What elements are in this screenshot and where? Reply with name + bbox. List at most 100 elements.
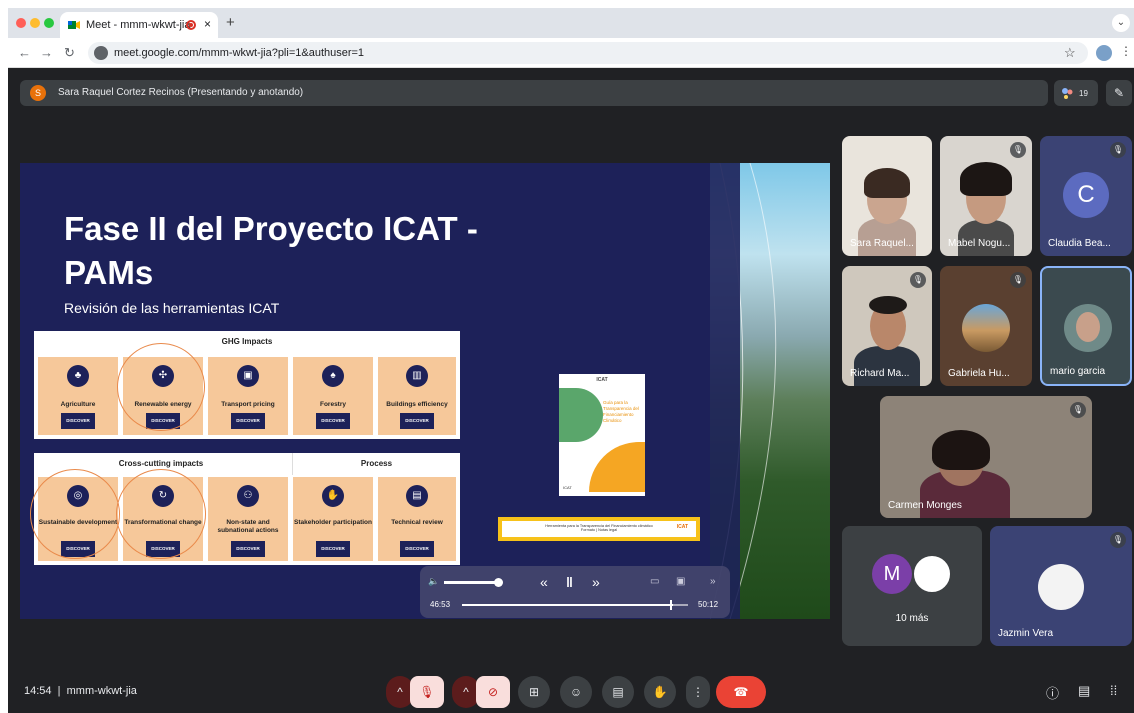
annotation-circle: [116, 469, 206, 559]
minimize-window-button[interactable]: [30, 18, 40, 28]
discover-button[interactable]: DISCOVER: [316, 541, 350, 557]
chat-icon[interactable]: ▤: [1078, 683, 1090, 699]
recording-icon: [186, 20, 196, 30]
reload-button[interactable]: ↻: [64, 45, 75, 61]
maximize-window-button[interactable]: [44, 18, 54, 28]
annotate-button[interactable]: ✎: [1106, 80, 1132, 106]
discover-button[interactable]: DISCOVER: [231, 413, 265, 429]
participant-tile[interactable]: 🎙 Gabriela Hu...: [940, 266, 1032, 386]
tab-title: Meet - mmm-wkwt-jia: [86, 19, 191, 31]
forward-button[interactable]: →: [40, 45, 53, 60]
close-tab-button[interactable]: ×: [204, 17, 211, 31]
activities-icon[interactable]: ⁞⁞: [1110, 683, 1117, 698]
camera-toggle-button[interactable]: ⊘: [476, 676, 510, 708]
tab-search-button[interactable]: ⌄: [1112, 14, 1130, 32]
slide-subtitle: Revisión de las herramientas ICAT: [64, 300, 280, 316]
participant-tile[interactable]: 🎙 Carmen Monges: [880, 396, 1092, 518]
doc-logo: ICAT: [596, 377, 608, 383]
pen-icon: ✎: [1113, 86, 1125, 100]
bus-icon: ▣: [237, 365, 259, 387]
discover-button[interactable]: DISCOVER: [400, 413, 434, 429]
site-info-icon[interactable]: [94, 46, 108, 60]
wheat-icon: ♣: [67, 365, 89, 387]
discover-button[interactable]: DISCOVER: [400, 541, 434, 557]
more-participants-label: 10 más: [895, 613, 929, 624]
review-icon: ▤: [406, 485, 428, 507]
volume-icon[interactable]: 🔈: [428, 576, 439, 587]
chevron-up-icon: ^: [397, 685, 403, 699]
card-label: Non-state and subnational actions: [217, 519, 279, 534]
new-tab-button[interactable]: +: [226, 14, 235, 31]
participant-tile[interactable]: C 🎙 Claudia Bea...: [1040, 136, 1132, 256]
more-options-button[interactable]: ⋮: [686, 676, 710, 708]
annotation-circle: [30, 469, 120, 559]
rewind-icon[interactable]: «: [540, 574, 548, 590]
pip-icon[interactable]: ▣: [676, 576, 685, 587]
card-transport-pricing[interactable]: ▣ Transport pricing DISCOVER: [208, 357, 288, 435]
participant-tile-active[interactable]: mario garcia: [1040, 266, 1132, 386]
toolbar: ← → ↻ meet.google.com/mmm-wkwt-jia?pli=1…: [8, 38, 1134, 68]
progress-bar[interactable]: [462, 600, 688, 610]
participant-tile[interactable]: 🎙 Mabel Nogu...: [940, 136, 1032, 256]
guide-document-thumbnail: ICAT Guía para la Transparencia del Fina…: [559, 374, 645, 496]
discover-button[interactable]: DISCOVER: [61, 413, 95, 429]
video-person: [854, 346, 920, 386]
participant-name: Jazmin Vera: [998, 628, 1054, 639]
fast-forward-icon[interactable]: »: [592, 574, 600, 590]
card-non-state-actions[interactable]: ⚇ Non-state and subnational actions DISC…: [208, 477, 288, 561]
separator: |: [54, 685, 67, 697]
participant-tile[interactable]: 🎙 Richard Ma...: [842, 266, 932, 386]
browser-window: Meet - mmm-wkwt-jia × + ⌄ ← → ↻ meet.goo…: [8, 8, 1134, 713]
mic-off-icon: 🎙: [1010, 142, 1026, 158]
captions-icon: ▤: [612, 685, 624, 699]
raise-hand-button[interactable]: ✋: [644, 676, 676, 708]
participant-avatar-seal: [912, 554, 952, 594]
bookmark-star-icon[interactable]: ☆: [1064, 45, 1076, 61]
card-forestry[interactable]: ♠ Forestry DISCOVER: [293, 357, 373, 435]
shared-screen: Fase II del Proyecto ICAT - PAMs Revisió…: [20, 163, 830, 619]
meeting-code: mmm-wkwt-jia: [66, 685, 137, 697]
emoji-button[interactable]: ☺: [560, 676, 592, 708]
participant-name: Mabel Nogu...: [948, 238, 1011, 249]
close-window-button[interactable]: [16, 18, 26, 28]
slide-title-line2: PAMs: [64, 254, 154, 291]
card-technical-review[interactable]: ▤ Technical review DISCOVER: [378, 477, 456, 561]
slide-title: Fase II del Proyecto ICAT - PAMs: [64, 207, 478, 295]
screen-icon[interactable]: ▭: [650, 576, 659, 587]
card-agriculture[interactable]: ♣ Agriculture DISCOVER: [38, 357, 118, 435]
volume-knob[interactable]: [494, 578, 503, 587]
pause-icon[interactable]: ‖: [566, 574, 573, 590]
progress-knob[interactable]: [670, 600, 672, 610]
meeting-time: 14:54: [24, 685, 52, 697]
browser-menu-button[interactable]: ⋮: [1120, 44, 1132, 58]
info-icon[interactable]: ⓘ: [1046, 683, 1059, 702]
discover-button[interactable]: DISCOVER: [231, 541, 265, 557]
card-buildings-efficiency[interactable]: ▥ Buildings efficiency DISCOVER: [378, 357, 456, 435]
emoji-icon: ☺: [569, 685, 583, 699]
more-participants-tile[interactable]: M 10 más: [842, 526, 982, 646]
mic-off-icon: 🎙: [1110, 142, 1126, 158]
participant-tile[interactable]: Sara Raquel...: [842, 136, 932, 256]
participants-button[interactable]: 19: [1054, 80, 1098, 106]
avatar-face: [1076, 312, 1100, 342]
back-button[interactable]: ←: [18, 45, 31, 60]
tool-banner-logo: ICAT: [676, 524, 688, 530]
captions-button[interactable]: ▤: [602, 676, 634, 708]
discover-button[interactable]: DISCOVER: [316, 413, 350, 429]
building-icon: ▥: [406, 365, 428, 387]
volume-slider[interactable]: [444, 581, 496, 584]
address-bar[interactable]: meet.google.com/mmm-wkwt-jia?pli=1&authu…: [88, 42, 1088, 64]
profile-avatar[interactable]: [1096, 45, 1112, 61]
tree-icon: ♠: [322, 365, 344, 387]
participant-tile[interactable]: 🎙 Jazmin Vera: [990, 526, 1132, 646]
meet-favicon-icon: [68, 21, 80, 29]
card-stakeholder-participation[interactable]: ✋ Stakeholder participation DISCOVER: [293, 477, 373, 561]
browser-tab[interactable]: Meet - mmm-wkwt-jia ×: [60, 12, 218, 38]
more-controls-icon[interactable]: »: [710, 576, 716, 587]
mic-toggle-button[interactable]: 🎙: [410, 676, 444, 708]
participant-avatar: C: [1063, 172, 1109, 218]
camera-off-icon: ⊘: [487, 685, 499, 699]
end-call-button[interactable]: ☎: [716, 676, 766, 708]
present-button[interactable]: ⊞: [518, 676, 550, 708]
annotation-circle: [117, 343, 205, 431]
